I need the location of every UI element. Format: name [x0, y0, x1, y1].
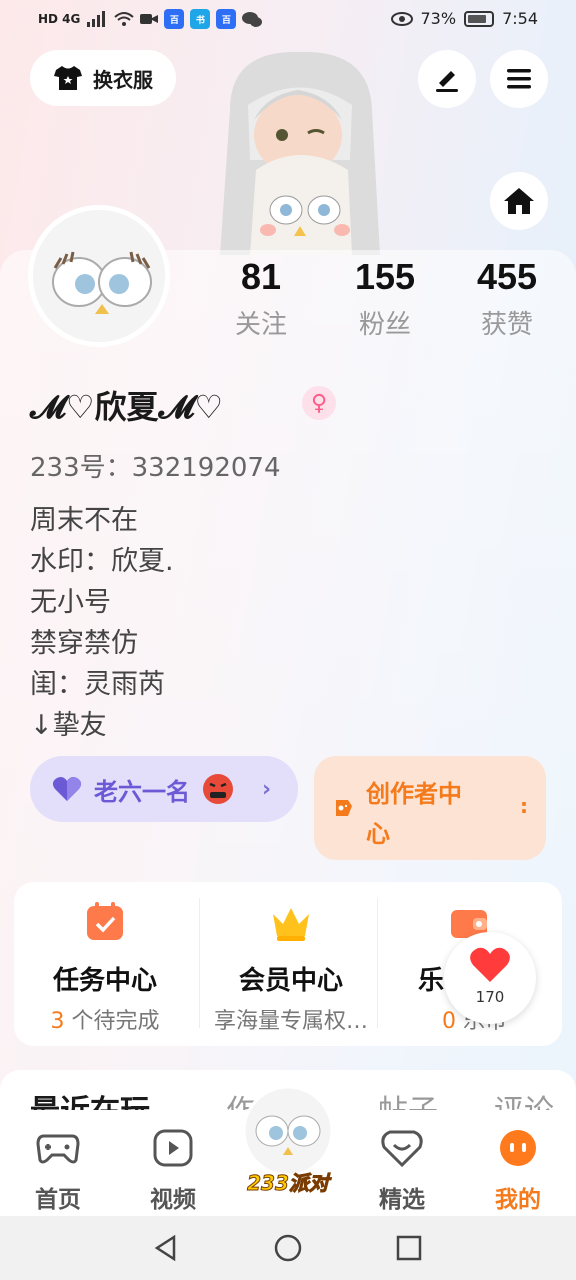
nav-party[interactable]: 233派对: [240, 1085, 336, 1201]
more-dots-icon: :: [520, 794, 528, 818]
eye-icon: [390, 11, 413, 26]
stat-following-label: 关注: [234, 310, 287, 340]
menu-button[interactable]: [490, 50, 548, 108]
stat-likes-label: 获赞: [480, 310, 533, 340]
stat-likes[interactable]: 455 获赞: [452, 256, 562, 341]
mine-face-icon: [500, 1130, 536, 1166]
task-center-button[interactable]: 任务中心 3 个待完成: [14, 882, 196, 1046]
bio-line: 闺：灵雨芮: [30, 669, 165, 700]
user-avatar[interactable]: [28, 205, 170, 347]
party-avatar-icon: [242, 1085, 334, 1177]
stat-following-value: 81: [240, 256, 282, 297]
task-center-sub: 3 个待完成: [14, 1003, 196, 1035]
nav-video-label: 视频: [150, 1187, 196, 1213]
back-icon[interactable]: [152, 1234, 180, 1262]
floating-like-button[interactable]: 170: [444, 932, 536, 1024]
red-heart-icon: [470, 947, 510, 982]
wechat-icon: [242, 12, 263, 27]
hamburger-icon: [507, 69, 531, 89]
bio-line: 无小号: [30, 587, 111, 618]
female-gender-icon: ♀: [302, 386, 336, 420]
creator-center-label-1: 创作者中: [366, 780, 462, 808]
baidu-app-icon-2: 百: [216, 9, 237, 29]
coin-count: 0: [442, 1009, 456, 1034]
task-center-title: 任务中心: [52, 966, 157, 996]
bio: 周末不在 水印：欣夏. 无小号 禁穿禁仿 闺：灵雨芮 ↓挚友: [30, 500, 174, 746]
pencil-icon: [436, 71, 458, 92]
camera-icon: [140, 14, 159, 24]
task-count: 3: [50, 1009, 65, 1034]
nav-home-label: 首页: [35, 1187, 81, 1213]
heart-icon: [52, 777, 82, 801]
status-right: 73% 7:54: [390, 9, 538, 28]
home-button[interactable]: [490, 172, 548, 230]
change-outfit-button[interactable]: 换衣服: [30, 50, 176, 106]
chevron-right-icon: ›: [262, 776, 272, 802]
nav-mine-label: 我的: [495, 1187, 541, 1213]
user-id[interactable]: 233号：332192074: [30, 447, 281, 484]
recents-square-icon[interactable]: [396, 1235, 422, 1261]
signal-icon: [87, 11, 106, 27]
heart-chat-icon: [381, 1130, 423, 1168]
tshirt-icon: [54, 66, 82, 90]
character-avatar-figure[interactable]: [190, 50, 410, 255]
nav-home[interactable]: 首页: [13, 1128, 103, 1214]
stat-followers-value: 155: [354, 256, 416, 297]
creator-center-label-2: 心: [366, 820, 390, 848]
crown-icon: [273, 908, 309, 941]
angry-face-icon: [203, 774, 233, 804]
change-outfit-label: 换衣服: [93, 67, 153, 92]
gamepad-nav-icon: [36, 1134, 80, 1164]
rank-tag-button[interactable]: 老六一名 ›: [30, 756, 298, 822]
reader-app-icon: 书: [190, 9, 211, 29]
stat-followers[interactable]: 155 粉丝: [330, 256, 440, 341]
nav-mine[interactable]: 我的: [473, 1128, 563, 1214]
rank-tag-label: 老六一名: [94, 777, 190, 806]
stat-likes-value: 455: [476, 256, 538, 297]
network-indicator: HD 4G: [38, 12, 81, 26]
bio-line: 周末不在: [30, 505, 138, 536]
status-bar: HD 4G 百 书 百 73% 7:54: [0, 0, 576, 40]
battery-percent: 73%: [420, 9, 457, 28]
bio-line: ↓挚友: [30, 710, 107, 741]
nav-party-label: 233派对: [247, 1171, 330, 1196]
nav-video[interactable]: 视频: [128, 1128, 218, 1214]
play-video-icon: [153, 1129, 193, 1167]
like-count: 170: [475, 988, 505, 1006]
nav-featured-label: 精选: [379, 1187, 425, 1213]
gamepad-icon: [336, 800, 352, 816]
member-center-button[interactable]: 会员中心 享海量专属权…: [200, 882, 382, 1046]
wifi-icon: [114, 12, 135, 26]
baidu-app-icon: 百: [164, 9, 185, 29]
task-count-suffix: 个待完成: [64, 1009, 160, 1034]
battery-icon: [464, 10, 495, 27]
creator-center-button[interactable]: 创作者中 心 :: [314, 756, 546, 860]
nickname: 𝓜♡欣夏𝓜♡: [30, 388, 224, 426]
clock: 7:54: [502, 9, 538, 28]
bio-line: 禁穿禁仿: [30, 628, 138, 659]
bio-line: 水印：欣夏.: [30, 546, 174, 577]
nav-featured[interactable]: 精选: [357, 1128, 447, 1214]
member-center-sub: 享海量专属权…: [213, 1009, 368, 1034]
edit-profile-button[interactable]: [418, 50, 476, 108]
system-nav-bar: [0, 1216, 576, 1280]
stat-following[interactable]: 81 关注: [206, 256, 316, 341]
member-center-title: 会员中心: [238, 966, 343, 996]
stat-followers-label: 粉丝: [358, 310, 411, 340]
house-icon: [504, 188, 534, 214]
status-left: HD 4G 百 书 百: [38, 9, 263, 29]
home-circle-icon[interactable]: [274, 1234, 302, 1262]
calendar-check-icon: [87, 902, 123, 940]
